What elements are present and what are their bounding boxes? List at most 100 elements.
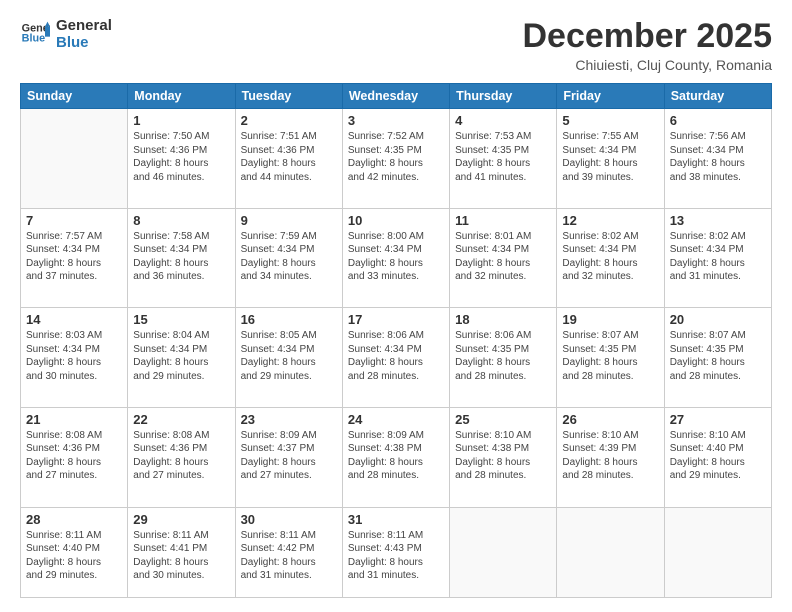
location: Chiuiesti, Cluj County, Romania [522,57,772,73]
calendar-week-row: 21 Sunrise: 8:08 AM Sunset: 4:36 PM Dayli… [21,407,772,507]
day-number: 31 [348,512,444,527]
calendar-cell: 4Sunrise: 7:53 AM Sunset: 4:35 PM Daylig… [450,109,557,209]
calendar-cell [450,507,557,597]
day-info: Sunrise: 8:11 AM Sunset: 4:40 PM Dayligh… [26,529,122,583]
day-number: 14 [26,312,122,327]
calendar-header-row: SundayMondayTuesdayWednesdayThursdayFrid… [21,84,772,109]
calendar-cell: 13 Sunrise: 8:02 AM Sunset: 4:34 PM Dayli… [664,208,771,308]
calendar-cell: 28 Sunrise: 8:11 AM Sunset: 4:40 PM Dayli… [21,507,128,597]
day-number: 30 [241,512,337,527]
calendar-cell: 29Sunrise: 8:11 AM Sunset: 4:41 PM Dayli… [128,507,235,597]
calendar-header-wednesday: Wednesday [342,84,449,109]
calendar-cell: 10Sunrise: 8:00 AM Sunset: 4:34 PM Dayli… [342,208,449,308]
day-info: Sunrise: 8:09 AM Sunset: 4:37 PM Dayligh… [241,429,337,483]
day-number: 23 [241,412,337,427]
day-number: 18 [455,312,551,327]
month-title: December 2025 [522,18,772,55]
day-info: Sunrise: 8:10 AM Sunset: 4:39 PM Dayligh… [562,429,658,483]
calendar-cell: 15 Sunrise: 8:04 AM Sunset: 4:34 PM Dayli… [128,308,235,408]
day-number: 21 [26,412,122,427]
day-number: 12 [562,213,658,228]
calendar-cell: 20Sunrise: 8:07 AM Sunset: 4:35 PM Dayli… [664,308,771,408]
calendar-cell: 23 Sunrise: 8:09 AM Sunset: 4:37 PM Dayli… [235,407,342,507]
day-number: 28 [26,512,122,527]
day-number: 16 [241,312,337,327]
svg-text:Blue: Blue [22,32,45,44]
calendar-cell: 31 Sunrise: 8:11 AM Sunset: 4:43 PM Dayli… [342,507,449,597]
calendar-cell: 16 Sunrise: 8:05 AM Sunset: 4:34 PM Dayli… [235,308,342,408]
day-number: 13 [670,213,766,228]
page: General Blue General Blue December 2025 … [0,0,792,612]
calendar-cell: 17 Sunrise: 8:06 AM Sunset: 4:34 PM Dayli… [342,308,449,408]
logo-icon: General Blue [20,20,50,50]
day-info: Sunrise: 7:57 AM Sunset: 4:34 PM Dayligh… [26,230,122,284]
day-info: Sunrise: 7:51 AM Sunset: 4:36 PM Dayligh… [241,130,337,184]
calendar-cell [664,507,771,597]
day-number: 19 [562,312,658,327]
day-number: 24 [348,412,444,427]
calendar-cell: 12 Sunrise: 8:02 AM Sunset: 4:34 PM Dayli… [557,208,664,308]
day-info: Sunrise: 8:11 AM Sunset: 4:43 PM Dayligh… [348,529,444,583]
day-info: Sunrise: 8:01 AM Sunset: 4:34 PM Dayligh… [455,230,551,284]
day-info: Sunrise: 8:11 AM Sunset: 4:41 PM Dayligh… [133,529,229,583]
day-number: 3 [348,113,444,128]
day-number: 6 [670,113,766,128]
calendar-cell: 3Sunrise: 7:52 AM Sunset: 4:35 PM Daylig… [342,109,449,209]
logo-general: General [56,18,112,35]
calendar-table: SundayMondayTuesdayWednesdayThursdayFrid… [20,83,772,598]
day-number: 25 [455,412,551,427]
calendar-cell: 14 Sunrise: 8:03 AM Sunset: 4:34 PM Dayli… [21,308,128,408]
day-info: Sunrise: 8:08 AM Sunset: 4:36 PM Dayligh… [26,429,122,483]
header: General Blue General Blue December 2025 … [20,18,772,73]
day-number: 11 [455,213,551,228]
calendar-cell: 21 Sunrise: 8:08 AM Sunset: 4:36 PM Dayli… [21,407,128,507]
day-number: 15 [133,312,229,327]
day-info: Sunrise: 7:56 AM Sunset: 4:34 PM Dayligh… [670,130,766,184]
logo: General Blue General Blue [20,18,112,51]
calendar-cell [557,507,664,597]
calendar-cell: 7 Sunrise: 7:57 AM Sunset: 4:34 PM Daylig… [21,208,128,308]
calendar-week-row: 1Sunrise: 7:50 AM Sunset: 4:36 PM Daylig… [21,109,772,209]
day-info: Sunrise: 8:06 AM Sunset: 4:35 PM Dayligh… [455,329,551,383]
logo-text-block: General Blue [56,18,112,51]
day-info: Sunrise: 8:04 AM Sunset: 4:34 PM Dayligh… [133,329,229,383]
calendar-cell: 25 Sunrise: 8:10 AM Sunset: 4:38 PM Dayli… [450,407,557,507]
day-info: Sunrise: 8:02 AM Sunset: 4:34 PM Dayligh… [562,230,658,284]
calendar-cell: 1Sunrise: 7:50 AM Sunset: 4:36 PM Daylig… [128,109,235,209]
day-number: 8 [133,213,229,228]
day-info: Sunrise: 8:11 AM Sunset: 4:42 PM Dayligh… [241,529,337,583]
day-info: Sunrise: 8:09 AM Sunset: 4:38 PM Dayligh… [348,429,444,483]
calendar-header-saturday: Saturday [664,84,771,109]
calendar-header-thursday: Thursday [450,84,557,109]
day-info: Sunrise: 8:08 AM Sunset: 4:36 PM Dayligh… [133,429,229,483]
day-number: 7 [26,213,122,228]
calendar-cell: 5Sunrise: 7:55 AM Sunset: 4:34 PM Daylig… [557,109,664,209]
day-info: Sunrise: 8:03 AM Sunset: 4:34 PM Dayligh… [26,329,122,383]
logo-blue: Blue [56,35,112,52]
day-number: 22 [133,412,229,427]
calendar-cell: 8Sunrise: 7:58 AM Sunset: 4:34 PM Daylig… [128,208,235,308]
title-block: December 2025 Chiuiesti, Cluj County, Ro… [522,18,772,73]
calendar-week-row: 14 Sunrise: 8:03 AM Sunset: 4:34 PM Dayli… [21,308,772,408]
calendar-cell: 24 Sunrise: 8:09 AM Sunset: 4:38 PM Dayli… [342,407,449,507]
day-info: Sunrise: 8:05 AM Sunset: 4:34 PM Dayligh… [241,329,337,383]
calendar-cell [21,109,128,209]
day-info: Sunrise: 7:59 AM Sunset: 4:34 PM Dayligh… [241,230,337,284]
day-number: 17 [348,312,444,327]
calendar-header-sunday: Sunday [21,84,128,109]
day-number: 26 [562,412,658,427]
calendar-cell: 26 Sunrise: 8:10 AM Sunset: 4:39 PM Dayli… [557,407,664,507]
calendar-cell: 22 Sunrise: 8:08 AM Sunset: 4:36 PM Dayli… [128,407,235,507]
day-number: 2 [241,113,337,128]
day-info: Sunrise: 8:10 AM Sunset: 4:38 PM Dayligh… [455,429,551,483]
day-info: Sunrise: 7:55 AM Sunset: 4:34 PM Dayligh… [562,130,658,184]
day-info: Sunrise: 8:06 AM Sunset: 4:34 PM Dayligh… [348,329,444,383]
calendar-header-tuesday: Tuesday [235,84,342,109]
day-info: Sunrise: 8:00 AM Sunset: 4:34 PM Dayligh… [348,230,444,284]
day-info: Sunrise: 8:02 AM Sunset: 4:34 PM Dayligh… [670,230,766,284]
calendar-header-monday: Monday [128,84,235,109]
calendar-cell: 11 Sunrise: 8:01 AM Sunset: 4:34 PM Dayli… [450,208,557,308]
day-number: 4 [455,113,551,128]
calendar-cell: 2 Sunrise: 7:51 AM Sunset: 4:36 PM Daylig… [235,109,342,209]
calendar-week-row: 7 Sunrise: 7:57 AM Sunset: 4:34 PM Daylig… [21,208,772,308]
